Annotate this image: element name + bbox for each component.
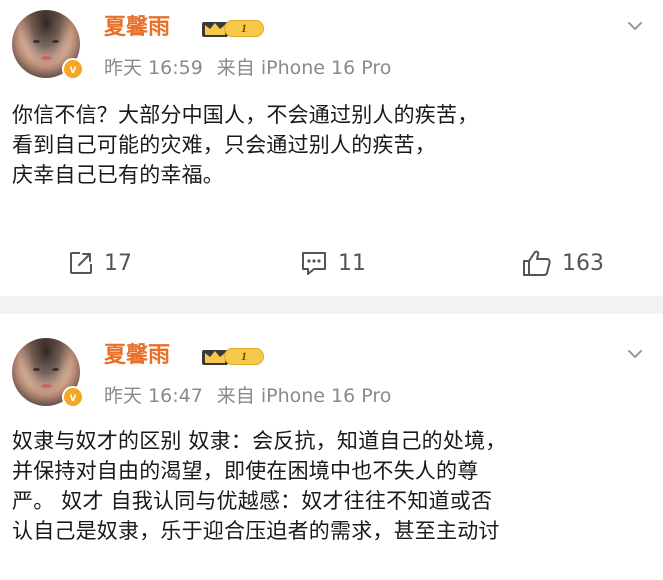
like-count: 163 <box>562 250 604 276</box>
feed-separator <box>0 296 663 314</box>
content-line: 奴隶与奴才的区别 奴隶：会反抗，知道自己的处境， <box>12 429 507 453</box>
chevron-down-icon[interactable] <box>627 346 643 362</box>
post-content: 奴隶与奴才的区别 奴隶：会反抗，知道自己的处境， 并保持对自由的渴望，即使在困境… <box>12 426 656 546</box>
level-number: 1 <box>224 348 264 365</box>
post-source[interactable]: 来自 iPhone 16 Pro <box>217 57 392 79</box>
repost-button[interactable]: 17 <box>68 246 132 280</box>
content-line: 认自己是奴隶，乐于迎合压迫者的需求，甚至主动讨 <box>12 519 500 543</box>
member-level-badge[interactable]: 1 <box>200 17 266 39</box>
verified-badge-icon: v <box>62 58 84 80</box>
chevron-down-icon[interactable] <box>627 18 643 34</box>
action-bar: 17 11 163 <box>0 240 663 286</box>
post-meta: 昨天 16:47 来自 iPhone 16 Pro <box>104 384 405 408</box>
thumbs-up-icon <box>523 250 551 276</box>
level-number: 1 <box>224 20 264 37</box>
post-card: v 夏馨雨 1 昨天 16:59 来自 iPhone 16 Pro 你信不信？大部… <box>0 0 663 296</box>
post-source[interactable]: 来自 iPhone 16 Pro <box>217 385 392 407</box>
content-line: 并保持对自由的渴望，即使在困境中也不失人的尊 <box>12 459 479 483</box>
comment-count: 11 <box>338 250 366 276</box>
post-time: 昨天 16:47 <box>104 385 203 407</box>
share-icon <box>70 252 92 274</box>
username[interactable]: 夏馨雨 <box>104 14 170 42</box>
repost-count: 17 <box>104 250 132 276</box>
post-content: 你信不信？大部分中国人，不会通过别人的疾苦， 看到自己可能的灾难，只会通过别人的… <box>12 100 656 190</box>
content-line: 庆幸自己已有的幸福。 <box>12 163 224 187</box>
verified-badge-icon: v <box>62 386 84 408</box>
content-line: 看到自己可能的灾难，只会通过别人的疾苦， <box>12 133 436 157</box>
content-line: 你信不信？大部分中国人，不会通过别人的疾苦， <box>12 103 479 127</box>
post-card: v 夏馨雨 1 昨天 16:47 来自 iPhone 16 Pro 奴隶与奴才的区… <box>0 314 663 580</box>
comment-button[interactable]: 11 <box>300 246 366 280</box>
post-time: 昨天 16:59 <box>104 57 203 79</box>
post-meta: 昨天 16:59 来自 iPhone 16 Pro <box>104 56 405 80</box>
username[interactable]: 夏馨雨 <box>104 342 170 370</box>
content-line: 严。 奴才 自我认同与优越感：奴才往往不知道或否 <box>12 489 493 513</box>
like-button[interactable]: 163 <box>522 246 604 280</box>
member-level-badge[interactable]: 1 <box>200 345 266 367</box>
comment-icon <box>302 252 326 275</box>
